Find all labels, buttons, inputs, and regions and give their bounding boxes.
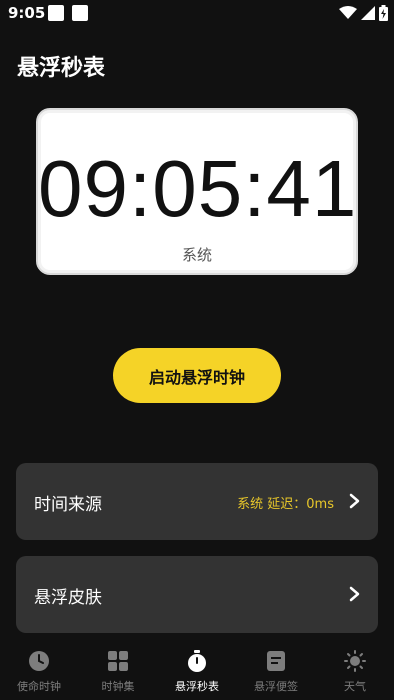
clock-icon — [29, 651, 49, 671]
notification-icon — [48, 5, 64, 21]
page-title: 悬浮秒表 — [17, 56, 106, 81]
clock-time: 09:05:41 — [38, 144, 358, 233]
signal-icon — [361, 6, 375, 20]
bottom-tab-bar: 使命时钟 时钟集 悬浮秒表 悬浮便签 天气 — [0, 642, 394, 700]
tab-label: 悬浮便签 — [254, 680, 298, 693]
tab-floating-note[interactable]: 悬浮便签 — [237, 642, 315, 700]
start-floating-clock-button[interactable]: 启动悬浮时钟 — [113, 348, 281, 403]
setting-label: 时间来源 — [34, 495, 102, 515]
battery-icon — [379, 5, 388, 21]
clock-card: 09:05:41 系统 — [36, 108, 358, 275]
note-icon — [267, 651, 285, 671]
chevron-right-icon — [349, 493, 360, 509]
notification-icon — [72, 5, 88, 21]
floating-skin-row[interactable]: 悬浮皮肤 — [16, 556, 378, 633]
clock-source: 系统 — [181, 246, 212, 264]
tab-weather[interactable]: 天气 — [316, 642, 394, 700]
tab-label: 悬浮秒表 — [175, 680, 219, 693]
time-source-row[interactable]: 时间来源 系统 延迟：0ms — [16, 463, 378, 540]
chevron-right-icon — [349, 586, 360, 602]
tab-floating-stopwatch[interactable]: 悬浮秒表 — [158, 642, 236, 700]
tab-label: 天气 — [344, 680, 366, 693]
status-time: 9:05 — [8, 4, 46, 22]
setting-label: 悬浮皮肤 — [34, 588, 102, 608]
tab-label: 使命时钟 — [17, 680, 61, 693]
stopwatch-icon — [188, 650, 206, 672]
status-icons — [339, 4, 388, 22]
sun-icon — [344, 650, 366, 672]
tab-mission-clock[interactable]: 使命时钟 — [0, 642, 78, 700]
grid-icon — [108, 651, 128, 671]
wifi-icon — [339, 6, 357, 19]
tab-label: 时钟集 — [101, 680, 135, 693]
tab-clock-set[interactable]: 时钟集 — [79, 642, 157, 700]
setting-value: 系统 延迟：0ms — [237, 497, 334, 512]
status-bar: 9:05 — [0, 0, 394, 28]
